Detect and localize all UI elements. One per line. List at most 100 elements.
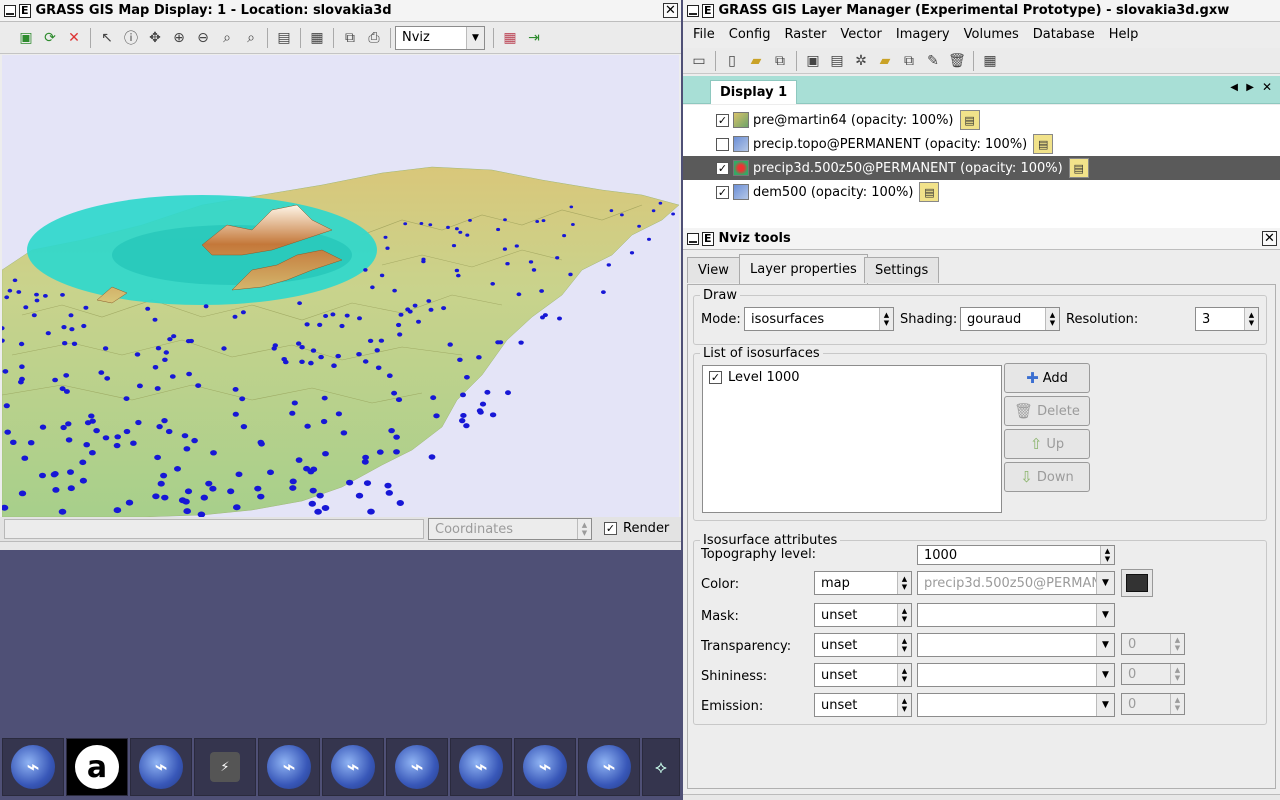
tab-close-icon[interactable]: ✕ — [1262, 80, 1272, 94]
transparency-value-spinner[interactable]: 0 ▲ ▼ — [1121, 633, 1185, 655]
layer-row[interactable]: precip.topo@PERMANENT (opacity: 100%) ▤ — [683, 132, 1280, 156]
display-map-icon[interactable]: ▣ — [15, 27, 37, 49]
zoom-back-icon[interactable]: ⌕ — [216, 27, 238, 49]
window-menu-icon[interactable] — [687, 232, 699, 245]
delete-button[interactable]: 🗑 Delete — [1004, 396, 1090, 426]
menu-help[interactable]: Help — [1109, 27, 1139, 42]
print-icon[interactable]: ⎙ — [363, 27, 385, 49]
isosurface-checkbox[interactable]: ✓ — [709, 371, 722, 384]
isosurface-list[interactable]: ✓ Level 1000 — [702, 365, 1002, 513]
layer-row[interactable]: ✓ pre@martin64 (opacity: 100%) ▤ — [683, 108, 1280, 132]
emission-map-select[interactable]: ▼ — [917, 693, 1115, 717]
menu-config[interactable]: Config — [729, 27, 771, 42]
layer-properties-icon[interactable]: ▤ — [919, 182, 940, 202]
overlay-icon[interactable]: ▦ — [306, 27, 328, 49]
menu-file[interactable]: File — [693, 27, 715, 42]
digitize-icon[interactable]: ✎ — [922, 50, 944, 72]
color-picker-button[interactable] — [1121, 569, 1153, 597]
transparency-map-select[interactable]: ▼ — [917, 633, 1115, 657]
new-workspace-icon[interactable]: ▯ — [721, 50, 743, 72]
add-button[interactable]: ✚ Add — [1004, 363, 1090, 393]
layer-checkbox[interactable] — [716, 137, 729, 151]
tab-settings[interactable]: Settings — [864, 257, 940, 283]
tab-display-1[interactable]: Display 1 — [710, 80, 798, 104]
layer-row[interactable]: ✓ dem500 (opacity: 100%) ▤ — [683, 180, 1280, 204]
color-type-select[interactable]: map ▲ ▼ — [814, 571, 912, 595]
window-menu-icon[interactable] — [687, 4, 699, 17]
quit-nviz-icon[interactable]: ⇥ — [523, 27, 545, 49]
add-group-icon[interactable]: ▰ — [874, 50, 896, 72]
map-display-titlebar[interactable]: E GRASS GIS Map Display: 1 - Location: s… — [0, 0, 681, 22]
taskbar-item-grass[interactable]: ⌁ — [578, 738, 640, 796]
taskbar-item-tcl[interactable]: ⚡ — [194, 738, 256, 796]
pan-icon[interactable]: ✥ — [144, 27, 166, 49]
transparency-type-select[interactable]: unset ▲ ▼ — [814, 633, 912, 657]
menu-database[interactable]: Database — [1033, 27, 1095, 42]
renderer-select[interactable]: Nviz ▼ — [395, 25, 485, 50]
taskbar-item-grass[interactable]: ⌁ — [450, 738, 512, 796]
close-icon[interactable]: ✕ — [663, 3, 678, 18]
nviz-settings-icon[interactable]: ▦ — [499, 27, 521, 49]
add-command-icon[interactable]: ✲ — [850, 50, 872, 72]
layer-properties-icon[interactable]: ▤ — [1068, 158, 1089, 178]
shininess-type-select[interactable]: unset ▲ ▼ — [814, 663, 912, 687]
mode-select[interactable]: isosurfaces ▲ ▼ — [744, 307, 894, 331]
taskbar-item-grass[interactable]: ⌁ — [514, 738, 576, 796]
up-button[interactable]: ⇧ Up — [1004, 429, 1090, 459]
tab-prev-icon[interactable]: ◀ — [1230, 82, 1238, 93]
layer-properties-icon[interactable]: ▤ — [959, 110, 980, 130]
color-map-select[interactable]: precip3d.500z50@PERMANENT ▼ — [917, 571, 1115, 595]
close-icon[interactable]: ✕ — [1262, 231, 1277, 246]
attribute-table-icon[interactable]: ▦ — [979, 50, 1001, 72]
menu-vector[interactable]: Vector — [840, 27, 881, 42]
zoom-out-icon[interactable]: ⊖ — [192, 27, 214, 49]
taskbar-item-grass[interactable]: ⌁ — [258, 738, 320, 796]
save-workspace-icon[interactable]: ⧉ — [769, 50, 791, 72]
map-canvas[interactable] — [2, 55, 679, 517]
zoom-menu-icon[interactable]: ⌕ — [240, 27, 262, 49]
save-image-icon[interactable]: ⧉ — [339, 27, 361, 49]
delete-layer-icon[interactable]: 🗑 — [946, 50, 968, 72]
list-item[interactable]: ✓ Level 1000 — [709, 370, 800, 385]
tab-next-icon[interactable]: ▶ — [1246, 82, 1254, 93]
zoom-in-icon[interactable]: ⊕ — [168, 27, 190, 49]
pointer-icon[interactable]: ↖ — [96, 27, 118, 49]
add-vector-icon[interactable]: ▤ — [826, 50, 848, 72]
layer-row-selected[interactable]: ✓ precip3d.500z50@PERMANENT (opacity: 10… — [683, 156, 1280, 180]
menu-raster[interactable]: Raster — [784, 27, 826, 42]
mask-type-select[interactable]: unset ▲ ▼ — [814, 603, 912, 627]
menu-imagery[interactable]: Imagery — [896, 27, 950, 42]
mask-map-select[interactable]: ▼ — [917, 603, 1115, 627]
nviz-titlebar[interactable]: E Nviz tools ✕ — [683, 228, 1280, 250]
tab-view[interactable]: View — [687, 257, 740, 283]
layer-manager-titlebar[interactable]: E GRASS GIS Layer Manager (Experimental … — [683, 0, 1280, 22]
analyze-icon[interactable]: ▤ — [273, 27, 295, 49]
layer-checkbox[interactable]: ✓ — [716, 185, 729, 199]
tab-layer-properties[interactable]: Layer properties — [739, 254, 868, 284]
render-checkbox[interactable]: ✓ Render — [604, 521, 669, 536]
coordinates-select[interactable]: Coordinates ▲ ▼ — [428, 518, 592, 540]
add-overlay-icon[interactable]: ⧉ — [898, 50, 920, 72]
open-workspace-icon[interactable]: ▰ — [745, 50, 767, 72]
emission-value-spinner[interactable]: 0 ▲ ▼ — [1121, 693, 1185, 715]
rerender-icon[interactable]: ⟳ — [39, 27, 61, 49]
taskbar-item-misc[interactable]: ⟡ — [642, 738, 680, 796]
resolution-spinner[interactable]: 3 ▲ ▼ — [1195, 307, 1259, 331]
taskbar-item-aterm[interactable]: a — [66, 738, 128, 796]
topography-spinner[interactable]: 1000 ▲ ▼ — [917, 545, 1115, 565]
taskbar-item-grass[interactable]: ⌁ — [130, 738, 192, 796]
layer-checkbox[interactable]: ✓ — [716, 161, 729, 175]
taskbar-item-grass[interactable]: ⌁ — [322, 738, 384, 796]
shininess-value-spinner[interactable]: 0 ▲ ▼ — [1121, 663, 1185, 685]
layer-properties-icon[interactable]: ▤ — [1033, 134, 1054, 154]
add-raster-icon[interactable]: ▣ — [802, 50, 824, 72]
new-display-icon[interactable]: ▭ — [688, 50, 710, 72]
shading-select[interactable]: gouraud ▲ ▼ — [960, 307, 1060, 331]
down-button[interactable]: ⇩ Down — [1004, 462, 1090, 492]
query-icon[interactable]: ⓘ — [120, 27, 142, 49]
erase-icon[interactable]: ✕ — [63, 27, 85, 49]
emission-type-select[interactable]: unset ▲ ▼ — [814, 693, 912, 717]
layer-checkbox[interactable]: ✓ — [716, 113, 729, 127]
taskbar-item-grass[interactable]: ⌁ — [2, 738, 64, 796]
shininess-map-select[interactable]: ▼ — [917, 663, 1115, 687]
